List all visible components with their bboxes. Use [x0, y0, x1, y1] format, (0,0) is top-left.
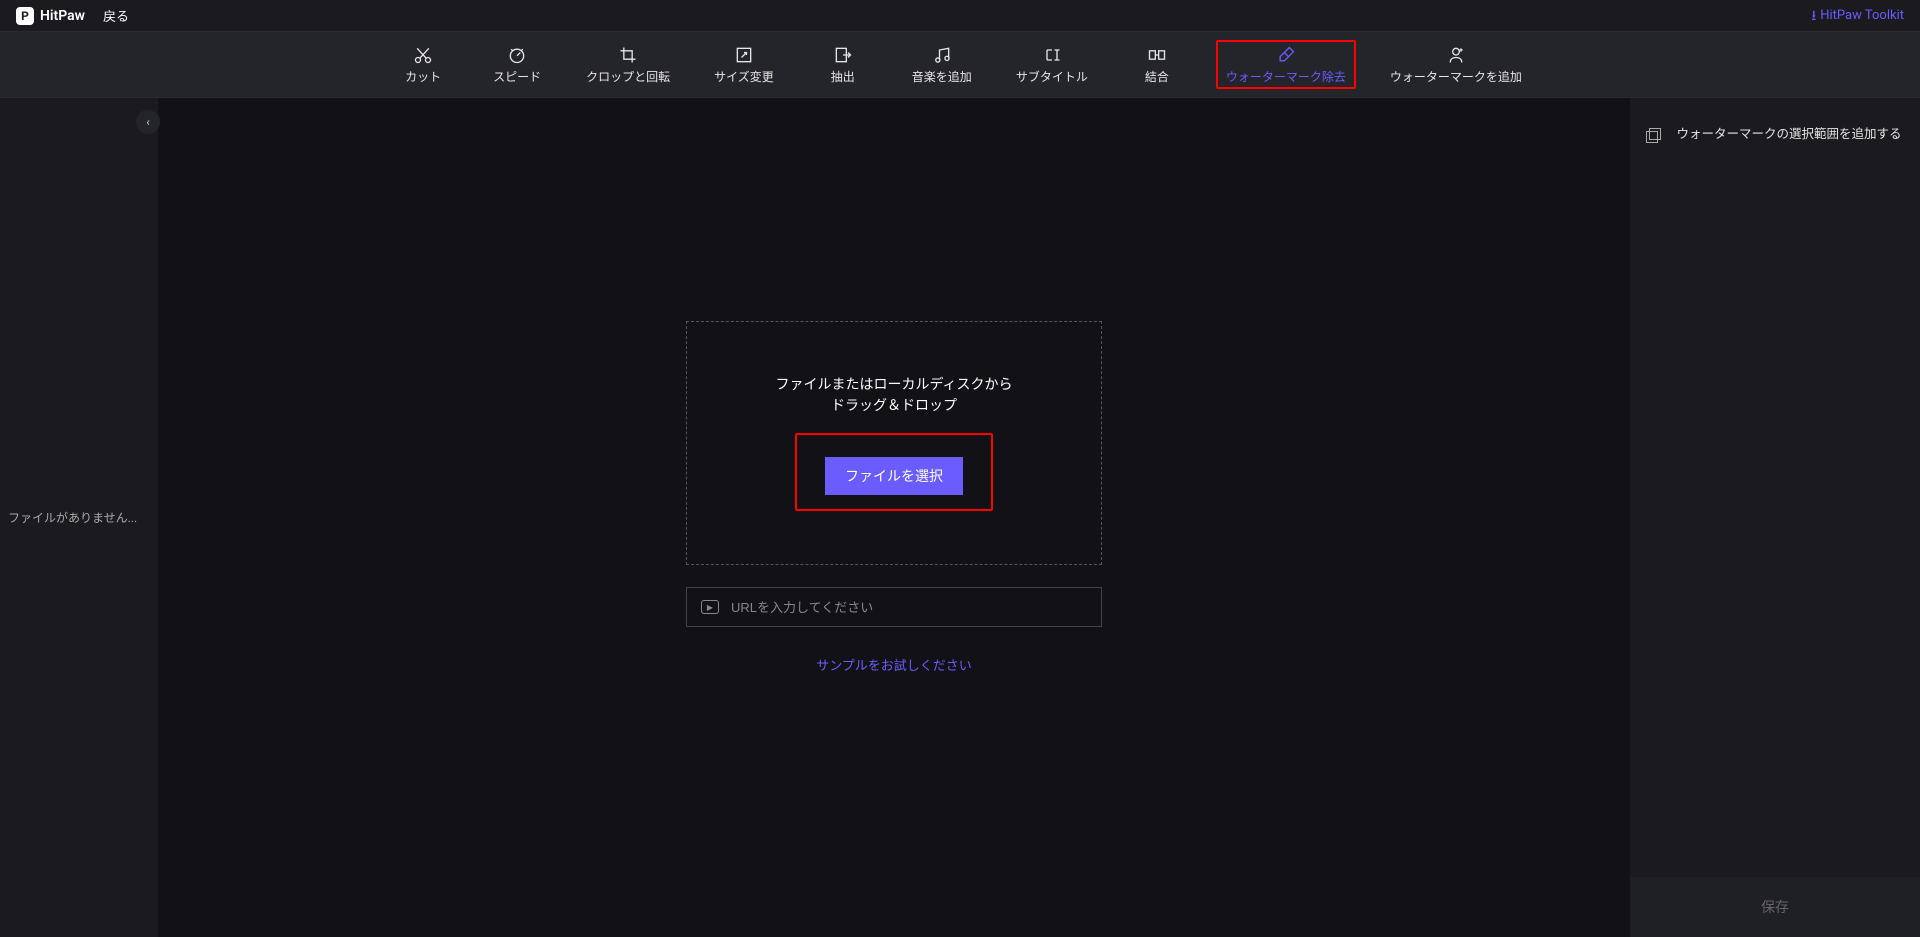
tool-add-music[interactable]: 音楽を追加 [902, 40, 982, 88]
tool-resize[interactable]: サイズ変更 [704, 40, 784, 88]
title-bar-left: P HitPaw 戻る [16, 6, 129, 25]
tool-extract[interactable]: 抽出 [808, 40, 878, 88]
selection-icon [1646, 128, 1662, 144]
toolkit-label: HitPaw Toolkit [1820, 8, 1904, 23]
tool-label: サイズ変更 [714, 70, 774, 84]
back-button[interactable]: 戻る [103, 6, 129, 25]
app-name-label: HitPaw [40, 8, 85, 24]
download-icon: ⭳ [1811, 9, 1816, 23]
select-file-button[interactable]: ファイルを選択 [825, 457, 963, 495]
tool-label: クロップと回転 [586, 70, 670, 84]
logo-icon: P [16, 7, 34, 25]
tool-label: 抽出 [831, 70, 855, 84]
drop-line-2: ドラッグ＆ドロップ [775, 396, 1012, 417]
save-button[interactable]: 保存 [1630, 877, 1920, 937]
merge-icon [1147, 44, 1167, 66]
toolkit-link[interactable]: ⭳ HitPaw Toolkit [1811, 8, 1904, 23]
try-sample-link[interactable]: サンプルをお試しください [816, 655, 972, 674]
tool-label: 結合 [1145, 70, 1169, 84]
tool-label: ウォーターマークを追加 [1390, 70, 1522, 84]
tool-cut[interactable]: カット [388, 40, 458, 88]
watermark-add-icon [1446, 44, 1466, 66]
no-files-label: ファイルがありません... [8, 509, 150, 527]
tool-watermark-add[interactable]: ウォーターマークを追加 [1380, 40, 1532, 88]
file-list-panel: ‹ ファイルがありません... [0, 98, 158, 937]
tool-watermark-remove[interactable]: ウォーターマーク除去 [1216, 40, 1356, 88]
main-area: ‹ ファイルがありません... ファイルまたはローカルディスクから ドラッグ＆ド… [0, 98, 1920, 937]
tool-speed[interactable]: スピード [482, 40, 552, 88]
select-file-highlight: ファイルを選択 [795, 433, 993, 511]
workspace-panel: ファイルまたはローカルディスクから ドラッグ＆ドロップ ファイルを選択 ▶ サン… [158, 98, 1630, 937]
tool-toolbar: カット スピード クロップと回転 サイズ変更 抽出 音楽を追加 [0, 32, 1920, 98]
collapse-panel-button[interactable]: ‹ [136, 110, 160, 134]
file-drop-zone[interactable]: ファイルまたはローカルディスクから ドラッグ＆ドロップ ファイルを選択 [686, 321, 1102, 565]
extract-icon [833, 44, 853, 66]
chevron-left-icon: ‹ [146, 115, 150, 129]
url-input-container: ▶ [686, 587, 1102, 627]
crop-rotate-icon [618, 44, 638, 66]
eraser-icon [1276, 44, 1296, 66]
drop-instruction: ファイルまたはローカルディスクから ドラッグ＆ドロップ [775, 375, 1012, 417]
cut-icon [413, 44, 433, 66]
tool-label: カット [405, 70, 441, 84]
resize-icon [734, 44, 754, 66]
drop-line-1: ファイルまたはローカルディスクから [775, 375, 1012, 396]
music-icon [932, 44, 952, 66]
tool-label: スピード [493, 70, 541, 84]
tool-label: サブタイトル [1016, 70, 1088, 84]
subtitle-icon [1042, 44, 1062, 66]
tool-label: ウォーターマーク除去 [1226, 70, 1346, 84]
add-selection-label: ウォーターマークの選択範囲を追加する [1674, 126, 1904, 145]
tool-merge[interactable]: 結合 [1122, 40, 1192, 88]
tool-label: 音楽を追加 [912, 70, 972, 84]
video-url-icon: ▶ [701, 600, 719, 614]
url-input[interactable] [731, 600, 1087, 615]
tool-crop-rotate[interactable]: クロップと回転 [576, 40, 680, 88]
tool-subtitle[interactable]: サブタイトル [1006, 40, 1098, 88]
add-watermark-selection[interactable]: ウォーターマークの選択範囲を追加する [1630, 98, 1920, 145]
properties-panel: ウォーターマークの選択範囲を追加する 保存 [1630, 98, 1920, 937]
app-logo: P HitPaw [16, 7, 85, 25]
title-bar: P HitPaw 戻る ⭳ HitPaw Toolkit [0, 0, 1920, 32]
speed-icon [507, 44, 527, 66]
